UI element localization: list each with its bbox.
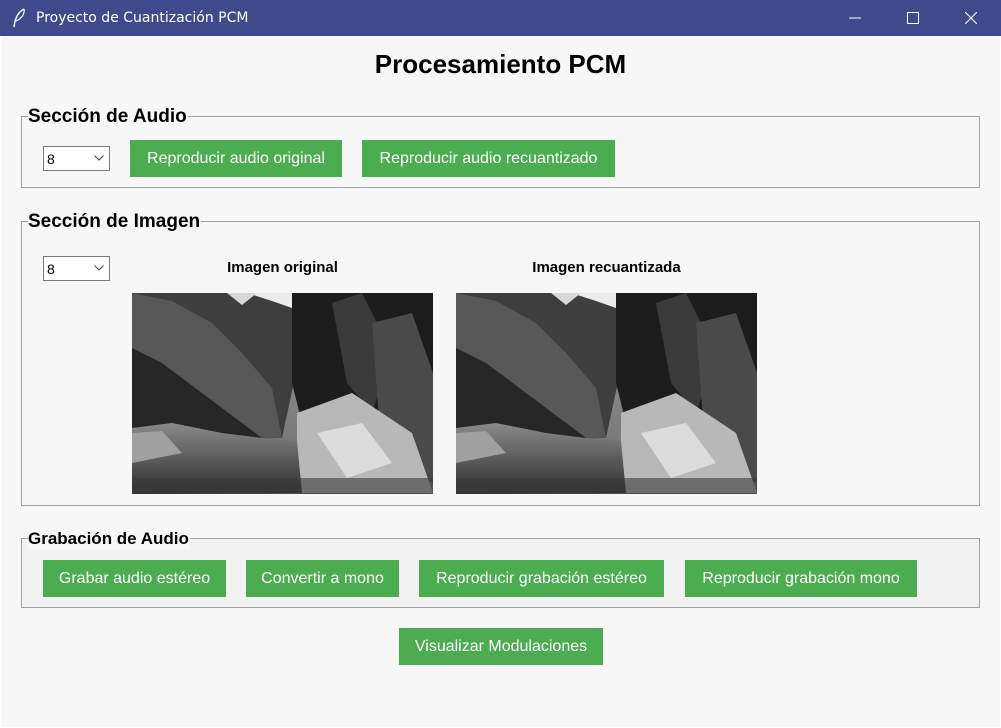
minimize-icon [849, 17, 861, 19]
title-bar: Proyecto de Cuantización PCM [0, 0, 1001, 36]
feather-icon [13, 8, 25, 28]
play-mono-recording-button[interactable]: Reproducir grabación mono [685, 560, 917, 597]
main-window: Procesamiento PCM Sección de Audio 8 Rep… [1, 36, 1000, 727]
audio-bits-value: 8 [47, 151, 55, 167]
window-title: Proyecto de Cuantización PCM [36, 10, 249, 26]
close-button[interactable] [942, 0, 1000, 36]
convert-mono-button[interactable]: Convertir a mono [246, 560, 399, 597]
audio-section: Sección de Audio 8 Reproducir audio orig… [21, 106, 980, 188]
requantized-image [456, 293, 757, 494]
play-stereo-recording-button[interactable]: Reproducir grabación estéreo [419, 560, 664, 597]
play-requantized-audio-button[interactable]: Reproducir audio recuantizado [362, 140, 615, 177]
image-bits-value: 8 [47, 261, 55, 277]
image-bits-select[interactable]: 8 [43, 256, 110, 281]
recording-section-label: Grabación de Audio [28, 528, 190, 550]
image-section-label: Sección de Imagen [28, 211, 202, 233]
original-image [132, 293, 433, 494]
requantized-image-caption: Imagen recuantizada [532, 259, 681, 276]
chevron-down-icon [94, 155, 104, 161]
minimize-button[interactable] [826, 0, 884, 36]
recording-section: Grabación de Audio Grabar audio estéreo … [21, 528, 980, 608]
original-image-caption: Imagen original [227, 259, 338, 276]
play-original-audio-button[interactable]: Reproducir audio original [130, 140, 342, 177]
page-title: Procesamiento PCM [374, 49, 627, 79]
maximize-icon [907, 12, 919, 24]
close-icon [965, 12, 977, 24]
audio-section-label: Sección de Audio [28, 106, 188, 128]
visualize-modulations-button[interactable]: Visualizar Modulaciones [399, 628, 603, 665]
chevron-down-icon [94, 265, 104, 271]
record-stereo-button[interactable]: Grabar audio estéreo [43, 560, 226, 597]
image-section: Sección de Imagen 8 Imagen original Imag… [21, 211, 980, 506]
audio-bits-select[interactable]: 8 [43, 146, 110, 171]
maximize-button[interactable] [884, 0, 942, 36]
